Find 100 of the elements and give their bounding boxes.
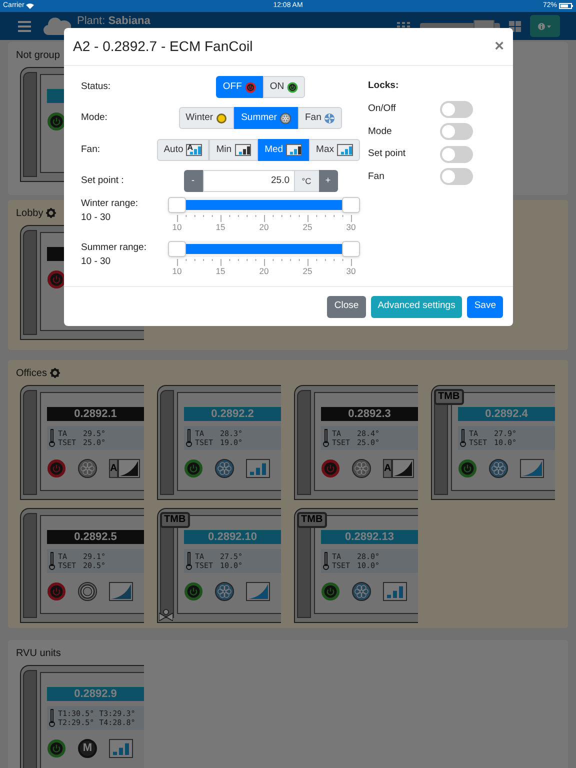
lock-label: On/Off bbox=[368, 102, 397, 116]
auto-fan-label: A bbox=[109, 459, 118, 478]
tmb-badge: TMB bbox=[297, 512, 327, 528]
fan-level-icon bbox=[286, 144, 302, 156]
fan-speed-icon bbox=[109, 739, 133, 758]
wheel-icon bbox=[489, 459, 508, 478]
wheel-icon bbox=[78, 459, 97, 478]
tick-label: 20 bbox=[258, 222, 270, 233]
group-title: RVU units bbox=[16, 646, 61, 660]
thermometer-icon bbox=[186, 552, 192, 570]
thermometer-icon bbox=[186, 429, 192, 447]
device-name-bar: 0.2892.2 bbox=[184, 407, 281, 421]
wifi-icon bbox=[26, 3, 34, 9]
sun-icon bbox=[216, 112, 228, 124]
device-name-bar: 0.2892.10 bbox=[184, 530, 281, 544]
tiles-icon bbox=[509, 20, 521, 32]
range-label: Summer range: bbox=[81, 241, 148, 255]
device-name-bar: 0.2892.9 bbox=[47, 687, 144, 701]
range-label: Winter range: bbox=[81, 197, 140, 211]
lock-label: Set point bbox=[368, 147, 406, 162]
unit-label: °C bbox=[294, 170, 318, 192]
power-icon bbox=[244, 82, 256, 92]
device-name-bar: 0.2892.1 bbox=[47, 407, 144, 421]
lock-toggle[interactable] bbox=[440, 168, 473, 186]
lock-toggle[interactable] bbox=[440, 146, 473, 163]
fan-ramp-icon bbox=[109, 582, 133, 601]
info-caret-icon bbox=[538, 22, 552, 30]
tick-label: 15 bbox=[214, 222, 226, 233]
slider-handle[interactable] bbox=[168, 241, 186, 257]
option-button[interactable]: Fan bbox=[298, 107, 342, 129]
lock-toggle[interactable] bbox=[440, 123, 473, 140]
thermometer-icon bbox=[460, 429, 466, 447]
lock-toggle[interactable] bbox=[440, 100, 473, 118]
info-dropdown-button[interactable] bbox=[530, 15, 560, 37]
fan-ramp-icon bbox=[392, 459, 414, 478]
tick-label: 10 bbox=[171, 266, 183, 277]
option-button[interactable]: Min bbox=[209, 139, 258, 161]
tick-label: 30 bbox=[345, 222, 357, 233]
auto-fan-label: A bbox=[187, 142, 194, 154]
lock-label: Fan bbox=[368, 170, 386, 184]
option-button[interactable]: OFF bbox=[216, 76, 263, 98]
wheel-icon bbox=[280, 112, 291, 124]
modal-title: A2 - 0.2892.7 - ECM FanCoil bbox=[73, 37, 254, 56]
range-value: 10 - 30 bbox=[81, 211, 112, 225]
fan-ramp-icon bbox=[118, 459, 140, 478]
cloud-logo-icon bbox=[43, 15, 71, 37]
device-name-bar: 0.2892.5 bbox=[47, 530, 144, 544]
footer-button[interactable]: Advanced settings bbox=[370, 296, 462, 318]
tmb-badge: TMB bbox=[434, 389, 464, 405]
tick-label: 20 bbox=[258, 266, 270, 277]
group-title: Not group bbox=[16, 48, 60, 62]
footer-button[interactable]: Close bbox=[327, 296, 366, 318]
plus-button[interactable]: + bbox=[318, 170, 338, 192]
wheel-icon bbox=[352, 582, 371, 601]
fan-level-icon bbox=[234, 144, 251, 156]
option-button[interactable]: Auto A bbox=[156, 139, 210, 161]
wheel-icon bbox=[215, 582, 234, 601]
fan-ramp-icon bbox=[520, 459, 544, 478]
field-label: Mode: bbox=[81, 110, 108, 125]
fan-speed-icon bbox=[246, 459, 270, 478]
slider-handle[interactable] bbox=[168, 197, 186, 213]
option-button[interactable]: Max bbox=[309, 139, 360, 161]
thermometer-icon bbox=[49, 429, 55, 447]
option-button[interactable]: Med bbox=[258, 139, 310, 161]
tick-label: 25 bbox=[302, 266, 314, 277]
wheel-icon bbox=[352, 459, 371, 478]
fan-level-icon bbox=[337, 144, 353, 156]
group-title: Offices bbox=[16, 366, 47, 380]
power-icon bbox=[287, 82, 298, 92]
option-button[interactable]: ON bbox=[262, 76, 306, 98]
option-button[interactable]: Winter bbox=[178, 107, 234, 129]
fan-level-icon bbox=[186, 144, 202, 156]
menu-button[interactable] bbox=[16, 19, 32, 33]
lock-label: Mode bbox=[368, 124, 393, 139]
slider-handle[interactable] bbox=[342, 197, 360, 213]
plant-title: Plant: Sabiana bbox=[77, 15, 150, 27]
device-name-bar: 0.2892.4 bbox=[458, 407, 555, 421]
menu-icon bbox=[18, 20, 30, 32]
tick-label: 15 bbox=[214, 266, 226, 277]
fan-ramp-icon bbox=[246, 582, 270, 601]
auto-fan-label: A bbox=[383, 459, 392, 478]
footer-button[interactable]: Save bbox=[467, 296, 503, 318]
option-button[interactable]: Summer bbox=[234, 107, 298, 129]
device-name-bar: 0.2892.13 bbox=[321, 530, 418, 544]
thermometer-icon bbox=[49, 552, 55, 570]
setpoint-input[interactable]: 25.0 bbox=[202, 170, 294, 192]
field-label: Set point : bbox=[81, 174, 125, 188]
range-slider[interactable] bbox=[168, 241, 360, 257]
fan-icon bbox=[324, 112, 336, 124]
minus-button[interactable]: - bbox=[184, 170, 202, 192]
close-button[interactable]: × bbox=[494, 38, 504, 54]
thermometer-icon bbox=[323, 429, 329, 447]
ring-icon bbox=[78, 582, 97, 601]
tick-label: 30 bbox=[345, 266, 357, 277]
slider-handle[interactable] bbox=[342, 241, 360, 257]
device-name-bar: 0.2892.3 bbox=[321, 407, 418, 421]
fan-speed-icon bbox=[383, 582, 407, 601]
tmb-badge: TMB bbox=[160, 512, 190, 528]
range-slider[interactable] bbox=[168, 197, 360, 213]
battery-icon bbox=[559, 3, 573, 9]
